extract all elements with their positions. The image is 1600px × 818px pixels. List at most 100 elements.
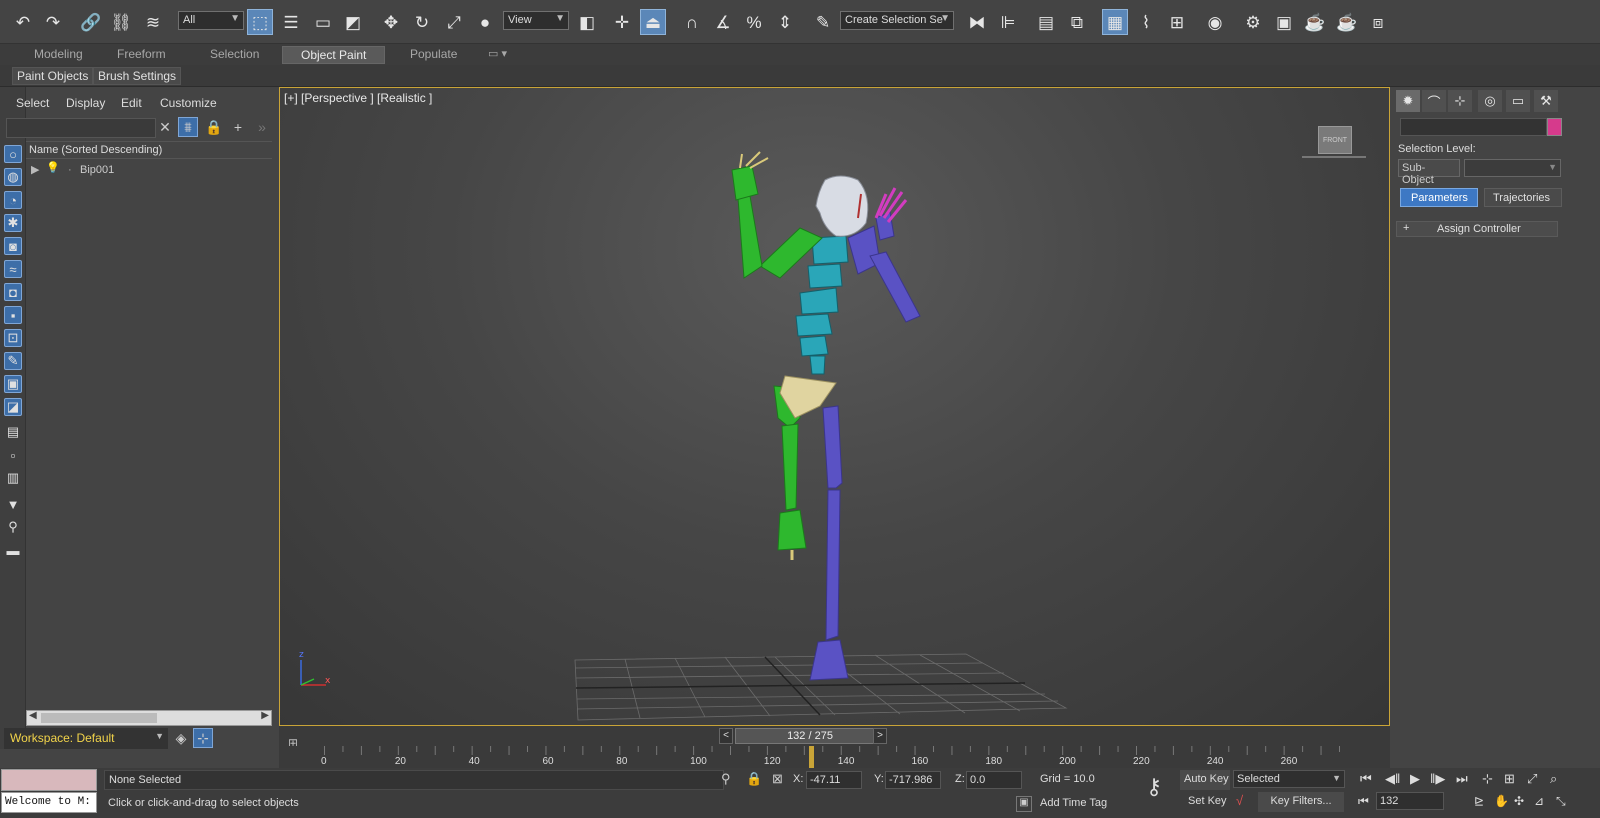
modify-tab-icon[interactable]: ⌒	[1422, 90, 1446, 112]
filter-icon[interactable]: ▼	[4, 495, 22, 513]
isolate-selection-icon[interactable]: ⚲	[721, 771, 731, 787]
zoom-extents-icon[interactable]: ⤢	[1527, 771, 1537, 787]
list-item[interactable]: ▶ 💡 · Bip001	[26, 161, 272, 179]
invert-display-icon[interactable]: ▥	[4, 469, 22, 487]
auto-key-button[interactable]: Auto Key	[1180, 770, 1230, 790]
schematic-view-icon[interactable]: ⊞	[1164, 9, 1190, 35]
scale-icon[interactable]: ⤢	[441, 9, 467, 35]
maxscript-mini-listener[interactable]	[1, 769, 97, 791]
parameters-tab[interactable]: Parameters	[1400, 188, 1478, 207]
key-filters-button[interactable]: Key Filters...	[1258, 792, 1344, 812]
lock-icon[interactable]: 🔒	[204, 117, 224, 137]
window-crossing-icon[interactable]: ◩	[340, 9, 366, 35]
place-icon[interactable]: ●	[472, 9, 498, 35]
prev-frame-button[interactable]: <	[719, 728, 733, 744]
sub-object-button[interactable]: Sub-Object	[1398, 159, 1460, 186]
select-object-icon[interactable]: ⬚	[247, 9, 273, 35]
display-xrefs-icon[interactable]: ⊡	[4, 329, 22, 347]
hierarchy-tab-icon[interactable]: ⊹	[1448, 90, 1472, 112]
previous-frame-icon[interactable]: ◀‖	[1385, 771, 1400, 787]
render-iterative-icon[interactable]: ☕	[1334, 9, 1360, 35]
selection-lock-icon[interactable]: 🔒	[746, 771, 762, 787]
rotate-icon[interactable]: ↻	[409, 9, 435, 35]
render-setup-icon[interactable]: ⚙	[1240, 9, 1266, 35]
display-cameras-icon[interactable]: ◙	[4, 237, 22, 255]
scene-explorer-icon[interactable]: ▤	[1033, 9, 1059, 35]
current-frame-marker[interactable]	[809, 746, 815, 768]
toggle-ribbon-icon[interactable]: ▦	[1102, 9, 1128, 35]
current-frame-spinner[interactable]: 132	[1376, 792, 1444, 810]
tab-populate[interactable]: Populate	[410, 47, 457, 61]
hierarchy-icon[interactable]: ⊹	[193, 728, 213, 748]
rendered-frame-window-icon[interactable]: ▣	[1271, 9, 1297, 35]
rectangular-selection-icon[interactable]: ▭	[310, 9, 336, 35]
orbit-icon[interactable]: ✣	[1514, 794, 1524, 808]
display-frozen-icon[interactable]: ◪	[4, 398, 22, 416]
play-icon[interactable]: ▶	[1410, 771, 1420, 787]
freeze-icon[interactable]: ·	[68, 164, 72, 176]
display-groups-icon[interactable]: ▪	[4, 306, 22, 324]
set-key-button[interactable]: Set Key	[1184, 792, 1230, 812]
render-in-cloud-icon[interactable]: ⧈	[1365, 9, 1391, 35]
explorer-settings-icon[interactable]: ▬	[4, 541, 22, 559]
assign-controller-rollout[interactable]: + Assign Controller	[1396, 221, 1558, 237]
bind-space-warp-icon[interactable]: ≋	[140, 9, 166, 35]
object-name-field[interactable]	[1400, 118, 1547, 136]
maximize-viewport-icon[interactable]: ⤡	[1556, 794, 1566, 809]
curve-editor-icon[interactable]: ⌇	[1133, 9, 1159, 35]
snaps-toggle-icon[interactable]: ∩	[679, 9, 705, 35]
unlink-icon[interactable]: ⛓	[108, 9, 134, 35]
object-color-swatch[interactable]	[1547, 118, 1562, 136]
link-icon[interactable]: 🔗	[78, 9, 104, 35]
field-of-view-icon[interactable]: ⊵	[1474, 794, 1484, 808]
time-slider[interactable]: 132 / 275	[735, 728, 885, 744]
lightbulb-icon[interactable]: 💡	[46, 161, 60, 174]
select-manipulate-icon[interactable]: ✛	[609, 9, 635, 35]
move-icon[interactable]: ✥	[378, 9, 404, 35]
named-selection-set-dropdown[interactable]: Create Selection Se ▼	[840, 11, 954, 30]
add-time-tag[interactable]: Add Time Tag	[1036, 794, 1132, 814]
edit-named-selection-icon[interactable]: ✎	[810, 9, 836, 35]
selection-filter-dropdown[interactable]: All ▼	[178, 11, 244, 30]
layer-explorer-icon[interactable]: ⧉	[1064, 9, 1090, 35]
menu-edit[interactable]: Edit	[121, 96, 142, 110]
display-lights-icon[interactable]: ✱	[4, 214, 22, 232]
redo-icon[interactable]: ↷	[40, 9, 66, 35]
display-none-icon[interactable]: ○	[4, 145, 22, 163]
add-column-icon[interactable]: +	[228, 117, 248, 137]
x-coordinate-field[interactable]: -47.11	[806, 771, 862, 789]
render-production-icon[interactable]: ☕	[1302, 9, 1328, 35]
pivot-center-icon[interactable]: ◧	[574, 9, 600, 35]
walk-through-icon[interactable]: ⊿	[1534, 794, 1544, 808]
brush-settings-button[interactable]: Brush Settings	[93, 67, 182, 85]
clear-search-icon[interactable]: ✕	[155, 117, 175, 137]
rollout-expand-icon[interactable]: +	[1403, 222, 1409, 234]
default-tangent-icon[interactable]: √	[1236, 793, 1243, 808]
align-icon[interactable]: ⊫	[995, 9, 1021, 35]
create-tab-icon[interactable]: ✹	[1396, 90, 1420, 112]
menu-select[interactable]: Select	[16, 96, 49, 110]
pan-view-icon[interactable]: ✋	[1494, 794, 1509, 808]
y-coordinate-field[interactable]: -717.986	[885, 771, 941, 789]
tab-object-paint[interactable]: Object Paint	[282, 46, 386, 64]
display-bones-icon[interactable]: ✎	[4, 352, 22, 370]
motion-tab-icon[interactable]: ◎	[1478, 90, 1502, 112]
layer-icon[interactable]: ◈	[171, 728, 191, 748]
tab-modeling[interactable]: Modeling	[34, 47, 83, 61]
menu-customize[interactable]: Customize	[160, 96, 217, 110]
time-tag-icon[interactable]: ▣	[1016, 796, 1032, 812]
utilities-tab-icon[interactable]: ⚒	[1534, 90, 1558, 112]
key-mode-dropdown[interactable]: Selected ▼	[1233, 770, 1345, 788]
display-helpers-icon[interactable]: ≈	[4, 260, 22, 278]
scene-search-input[interactable]	[6, 118, 156, 138]
material-editor-icon[interactable]: ◉	[1202, 9, 1228, 35]
display-shapes-icon[interactable]: ◔	[4, 191, 22, 209]
angle-snap-icon[interactable]: ∡	[710, 9, 736, 35]
mirror-icon[interactable]: ⧓	[964, 9, 990, 35]
trajectories-tab[interactable]: Trajectories	[1484, 188, 1562, 207]
horizontal-scrollbar[interactable]: ◀ ▶	[26, 710, 272, 726]
display-none-filter-icon[interactable]: ▫	[4, 446, 22, 464]
display-containers-icon[interactable]: ▣	[4, 375, 22, 393]
scroll-thumb[interactable]	[41, 713, 157, 723]
paint-objects-button[interactable]: Paint Objects	[12, 67, 94, 85]
